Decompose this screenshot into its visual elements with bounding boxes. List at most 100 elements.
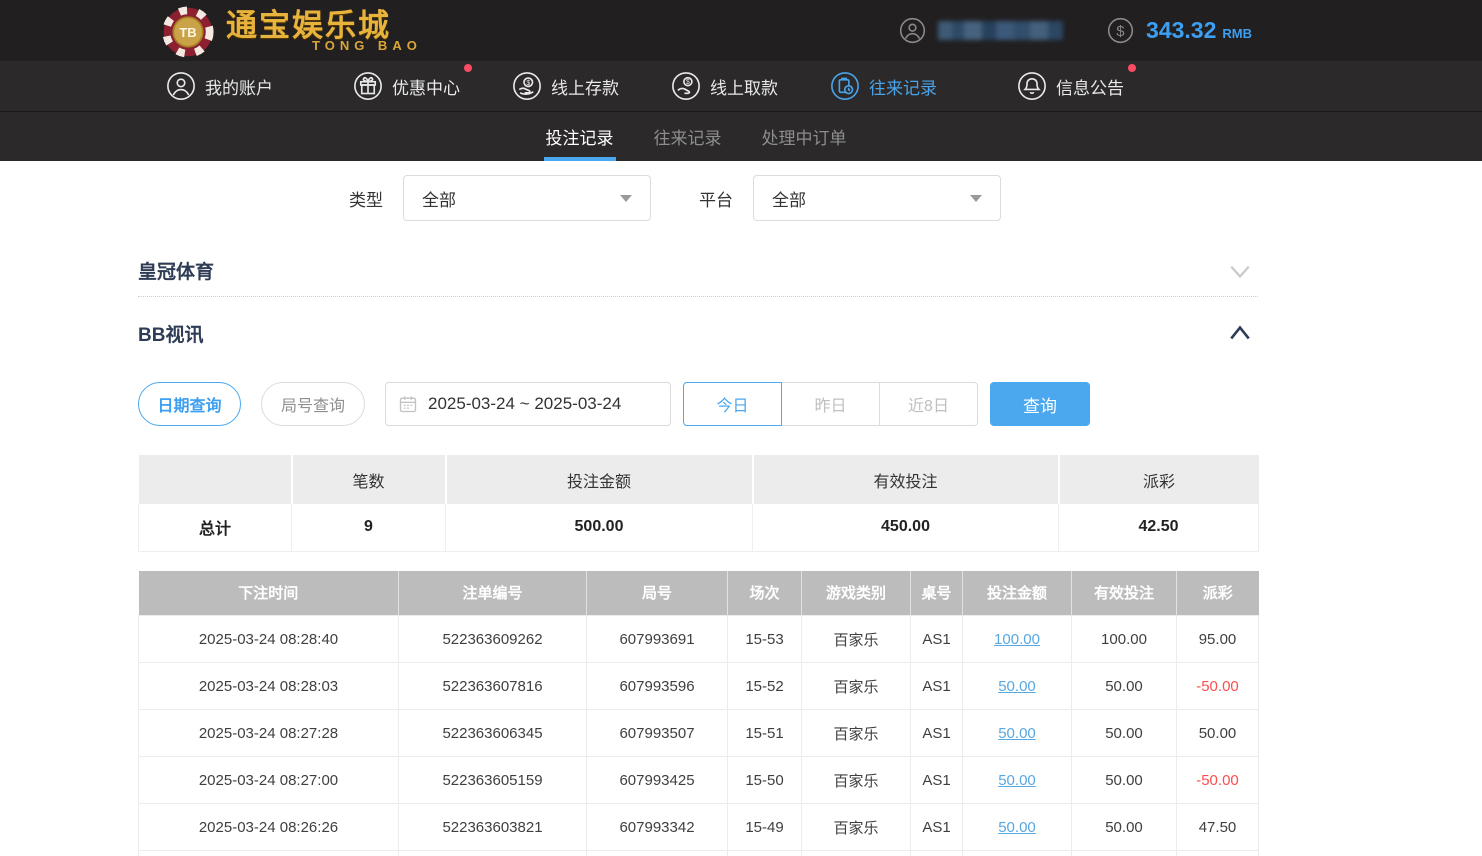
table-cell: 50.00	[963, 663, 1072, 710]
nav-item-label: 线上取款	[710, 74, 778, 99]
filter-row: 类型 全部 平台 全部	[0, 161, 1482, 221]
table-cell: -50.00	[1177, 757, 1259, 804]
table-cell	[1072, 851, 1177, 856]
sub-nav: 投注记录 往来记录 处理中订单	[0, 111, 1482, 161]
table-cell: 607993691	[587, 616, 728, 663]
platform-select[interactable]: 全部	[753, 175, 1001, 221]
table-cell: 607993342	[587, 804, 728, 851]
table-row: 2025-03-24 08:28:03522363607816607993596…	[139, 663, 1259, 710]
table-cell: 100.00	[963, 616, 1072, 663]
summary-header-payout: 派彩	[1059, 455, 1259, 504]
tab-transaction-records[interactable]: 往来记录	[652, 112, 724, 161]
tab-bet-records[interactable]: 投注记录	[544, 112, 616, 161]
dollar-coin-icon: $	[1107, 17, 1134, 44]
nav-item-promotions[interactable]: 优惠中心	[353, 71, 460, 101]
nav-item-label: 优惠中心	[392, 74, 460, 99]
table-cell: 50.00	[1177, 710, 1259, 757]
table-row: 2025-03-24 08:28:40522363609262607993691…	[139, 616, 1259, 663]
table-cell: 522363607816	[399, 663, 587, 710]
table-cell	[963, 851, 1072, 856]
nav-item-deposit[interactable]: $ 线上存款	[512, 71, 619, 101]
table-cell: 607993425	[587, 757, 728, 804]
type-select[interactable]: 全部	[403, 175, 651, 221]
nav-item-label: 线上存款	[551, 74, 619, 99]
svg-text:$: $	[686, 79, 690, 86]
summary-header-bet-amount: 投注金额	[446, 455, 753, 504]
bell-icon	[1017, 71, 1047, 101]
table-cell: 15-52	[728, 663, 802, 710]
col-session: 场次	[728, 571, 802, 616]
table-cell: 15-53	[728, 616, 802, 663]
bet-amount-link[interactable]: 50.00	[998, 772, 1036, 789]
records-icon	[830, 71, 860, 101]
gift-icon	[353, 71, 383, 101]
yesterday-button[interactable]: 昨日	[782, 382, 880, 426]
table-cell: AS1	[911, 616, 963, 663]
section-bb-live[interactable]: BB视讯	[138, 297, 1258, 369]
nav-item-label: 信息公告	[1056, 74, 1124, 99]
table-cell: 2025-03-24 08:27:28	[139, 710, 399, 757]
page-content: 类型 全部 平台 全部 皇冠体育 BB视讯 日期查询 局号查询	[0, 161, 1482, 856]
table-cell: 百家乐	[802, 710, 911, 757]
table-cell	[728, 851, 802, 856]
username-masked[interactable]	[938, 21, 1063, 40]
table-cell: 百家乐	[802, 663, 911, 710]
tab-pending-orders[interactable]: 处理中订单	[760, 112, 849, 161]
search-button[interactable]: 查询	[990, 382, 1090, 426]
chevron-up-icon	[1228, 322, 1252, 344]
brand-logo[interactable]: TB 通宝娱乐城 TONG BAO	[162, 4, 422, 58]
table-cell: 50.00	[1072, 757, 1177, 804]
summary-header-valid-bet: 有效投注	[753, 455, 1059, 504]
nav-item-withdrawal[interactable]: $ 线上取款	[671, 71, 778, 101]
svg-text:$: $	[1116, 24, 1124, 40]
user-avatar-icon	[899, 17, 926, 44]
nav-item-transaction-records[interactable]: 往来记录	[830, 71, 937, 101]
table-cell: 522363606345	[399, 710, 587, 757]
summary-header-count: 笔数	[292, 455, 446, 504]
top-bar: TB 通宝娱乐城 TONG BAO $ 343.32 RMB	[0, 0, 1482, 61]
bet-amount-link[interactable]: 50.00	[998, 819, 1036, 836]
nav-item-my-account[interactable]: 我的账户	[166, 71, 273, 101]
bet-amount-link[interactable]: 50.00	[998, 725, 1036, 742]
summary-count-value: 9	[292, 504, 446, 551]
round-query-button[interactable]: 局号查询	[261, 382, 365, 426]
table-cell: 50.00	[963, 757, 1072, 804]
date-range-value: 2025-03-24 ~ 2025-03-24	[428, 394, 621, 414]
balance-currency: RMB	[1222, 26, 1252, 41]
table-cell: 50.00	[1072, 663, 1177, 710]
nav-item-label: 我的账户	[205, 74, 273, 99]
nav-item-announcements[interactable]: 信息公告	[1017, 71, 1124, 101]
col-bet-id: 注单编号	[399, 571, 587, 616]
table-cell: 15-50	[728, 757, 802, 804]
col-table-number: 桌号	[911, 571, 963, 616]
date-range-input[interactable]: 2025-03-24 ~ 2025-03-24	[385, 382, 671, 426]
section-crown-sports[interactable]: 皇冠体育	[138, 245, 1258, 297]
brand-name: 通宝娱乐城	[226, 10, 422, 41]
deposit-icon: $	[512, 71, 542, 101]
date-query-button[interactable]: 日期查询	[138, 382, 241, 426]
table-cell: 47.50	[1177, 804, 1259, 851]
section-title: 皇冠体育	[138, 257, 214, 284]
summary-total-label: 总计	[139, 504, 292, 551]
chevron-down-icon	[1228, 260, 1252, 282]
table-cell: 50.00	[1072, 710, 1177, 757]
balance[interactable]: $ 343.32 RMB	[1107, 17, 1252, 44]
col-round-number: 局号	[587, 571, 728, 616]
table-cell: 607993507	[587, 710, 728, 757]
bet-amount-link[interactable]: 100.00	[994, 631, 1040, 648]
table-cell	[802, 851, 911, 856]
bet-amount-link[interactable]: 50.00	[998, 678, 1036, 695]
balance-amount: 343.32	[1146, 17, 1216, 44]
summary-header-blank	[139, 455, 292, 504]
col-payout: 派彩	[1177, 571, 1259, 616]
quick-date-group: 今日 昨日 近8日	[683, 382, 978, 426]
today-button[interactable]: 今日	[683, 382, 782, 426]
summary-bet-amount-value: 500.00	[446, 504, 753, 551]
table-cell: 2025-03-24 08:27:00	[139, 757, 399, 804]
summary-payout-value: 42.50	[1059, 504, 1259, 551]
last-8-days-button[interactable]: 近8日	[880, 382, 978, 426]
table-cell: 522363609262	[399, 616, 587, 663]
main-nav: 我的账户 优惠中心 $ 线上存款 $ 线上取款	[0, 61, 1482, 111]
table-cell: 50.00	[963, 710, 1072, 757]
table-row: 2025-03-24 08:27:28522363606345607993507…	[139, 710, 1259, 757]
